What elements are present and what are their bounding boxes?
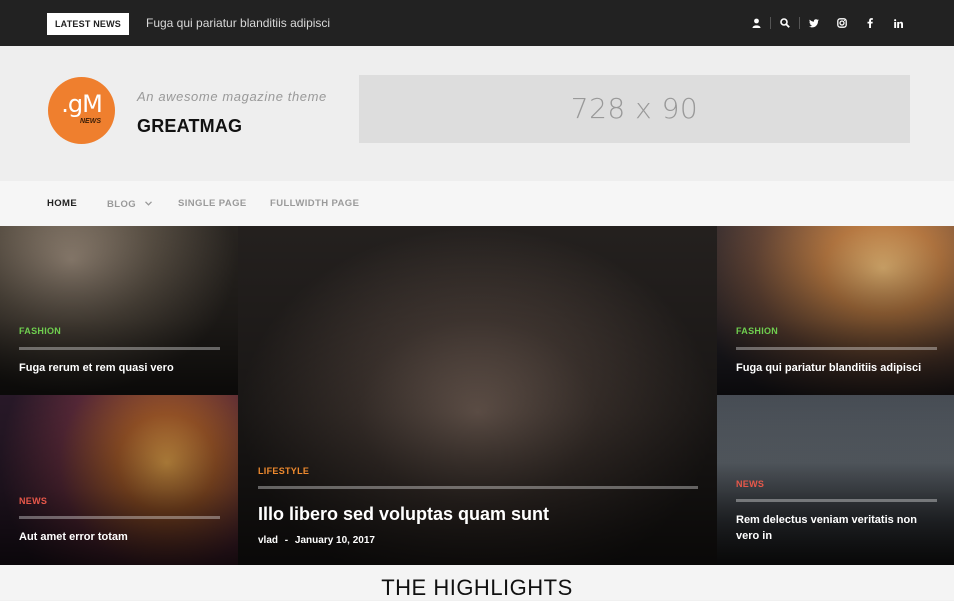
top-icons [742, 15, 912, 31]
highlights-section: THE HIGHLIGHTS [0, 565, 954, 600]
latest-news-link[interactable]: Fuga qui pariatur blanditiis adipisci [146, 14, 330, 32]
facebook-icon[interactable] [856, 15, 884, 31]
nav-item-single-page[interactable]: SINGLE PAGE [178, 198, 247, 209]
post-title[interactable]: Aut amet error totam [19, 529, 224, 545]
post-date: January 10, 2017 [294, 535, 375, 546]
top-bar: LATEST NEWS Fuga qui pariatur blanditiis… [0, 0, 954, 46]
logo-sub: NEWS [80, 118, 101, 125]
post-category[interactable]: LIFESTYLE [258, 466, 309, 476]
post-card-featured[interactable]: LIFESTYLE Illo libero sed voluptas quam … [238, 226, 717, 565]
post-category[interactable]: NEWS [19, 496, 47, 506]
post-card[interactable]: NEWS Aut amet error totam [0, 395, 238, 565]
nav-item-label: BLOG [107, 199, 137, 210]
meta-separator: - [284, 535, 289, 546]
post-title[interactable]: Fuga rerum et rem quasi vero [19, 360, 224, 376]
post-title[interactable]: Rem delectus veniam veritatis non vero i… [736, 512, 941, 544]
site-logo[interactable]: .gM NEWS [48, 77, 115, 144]
post-title[interactable]: Illo libero sed voluptas quam sunt [258, 502, 698, 526]
post-card[interactable]: FASHION Fuga qui pariatur blanditiis adi… [717, 226, 954, 395]
ad-banner[interactable]: 728 x 90 [359, 75, 910, 143]
search-icon[interactable] [771, 15, 799, 31]
post-meta: vlad - January 10, 2017 [258, 535, 375, 546]
latest-news-label: LATEST NEWS [47, 13, 129, 35]
post-card[interactable]: NEWS Rem delectus veniam veritatis non v… [717, 395, 954, 565]
chevron-down-icon [145, 198, 153, 209]
linkedin-icon[interactable] [884, 15, 912, 31]
instagram-icon[interactable] [828, 15, 856, 31]
logo-mark: .gM [61, 90, 103, 118]
main-nav: HOME BLOG SINGLE PAGE FULLWIDTH PAGE [0, 181, 954, 226]
site-title[interactable]: GREATMAG [137, 116, 242, 137]
nav-item-fullwidth-page[interactable]: FULLWIDTH PAGE [270, 198, 359, 209]
post-title[interactable]: Fuga qui pariatur blanditiis adipisci [736, 360, 941, 376]
site-tagline: An awesome magazine theme [137, 89, 327, 104]
nav-item-blog[interactable]: BLOG [107, 198, 153, 210]
post-author[interactable]: vlad [258, 535, 278, 546]
category-divider [736, 499, 937, 502]
nav-item-home[interactable]: HOME [47, 198, 77, 209]
category-divider [736, 347, 937, 350]
category-divider [19, 516, 220, 519]
section-title: THE HIGHLIGHTS [381, 575, 573, 600]
post-category[interactable]: FASHION [19, 326, 61, 336]
site-header: .gM NEWS An awesome magazine theme GREAT… [0, 46, 954, 181]
featured-grid: FASHION Fuga rerum et rem quasi vero NEW… [0, 226, 954, 565]
user-icon[interactable] [742, 15, 770, 31]
post-category[interactable]: NEWS [736, 479, 764, 489]
twitter-icon[interactable] [800, 15, 828, 31]
category-divider [258, 486, 698, 489]
post-card[interactable]: FASHION Fuga rerum et rem quasi vero [0, 226, 238, 395]
category-divider [19, 347, 220, 350]
post-category[interactable]: FASHION [736, 326, 778, 336]
